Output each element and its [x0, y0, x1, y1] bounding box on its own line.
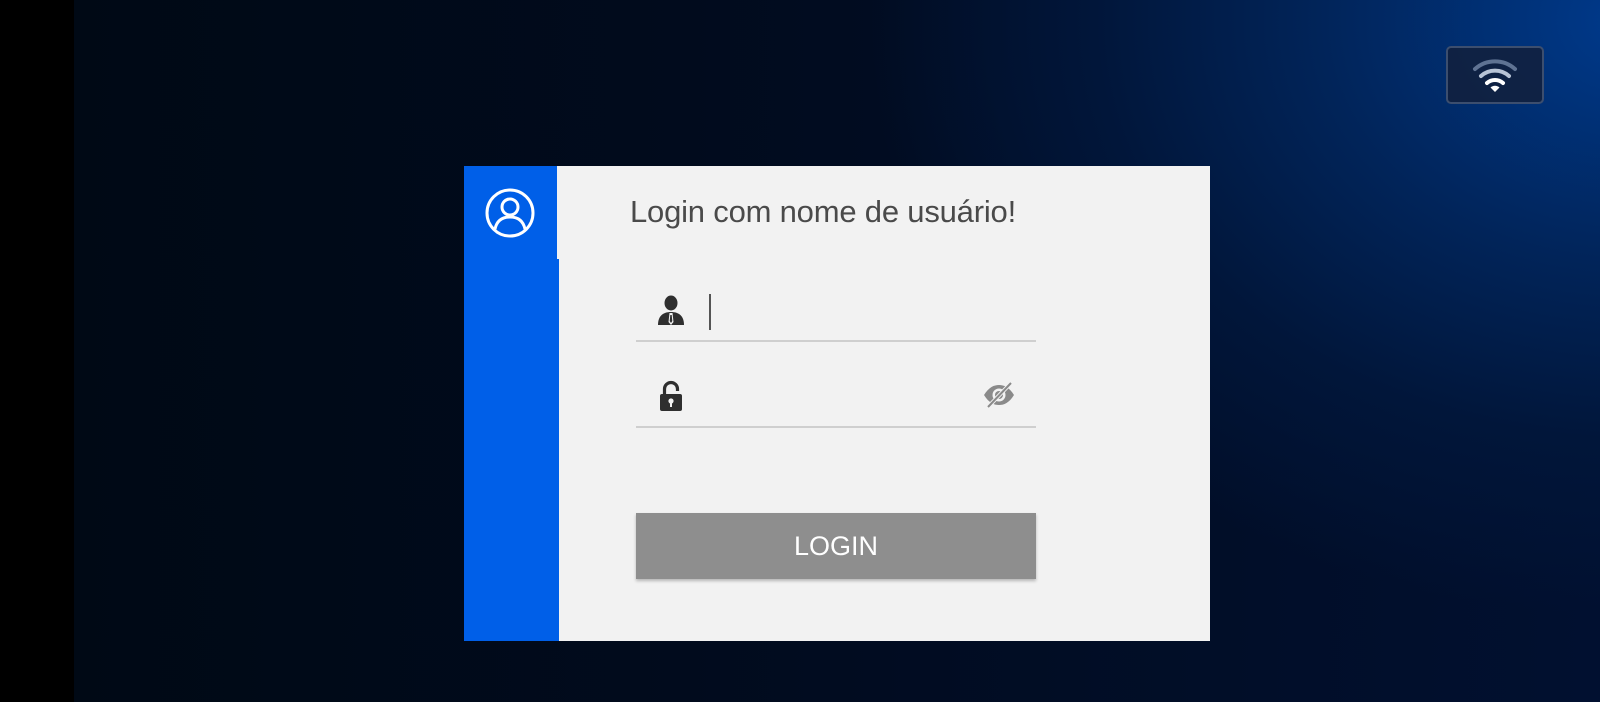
card-accent-stripe — [464, 166, 557, 641]
login-title: Login com nome de usuário! — [630, 194, 1016, 229]
lock-icon — [660, 380, 682, 411]
text-caret — [709, 294, 711, 330]
username-field[interactable] — [636, 280, 1036, 342]
username-input[interactable] — [708, 288, 1008, 328]
login-card: Login com nome de usuário! LOGIN — [464, 166, 1210, 641]
user-icon — [658, 295, 684, 325]
wifi-icon — [1473, 59, 1517, 92]
eye-off-icon[interactable] — [982, 380, 1016, 410]
user-circle-icon — [485, 188, 535, 238]
password-input[interactable] — [708, 374, 1008, 414]
password-field[interactable] — [636, 366, 1036, 428]
screen: Login com nome de usuário! LOGIN — [0, 0, 1600, 702]
login-button[interactable]: LOGIN — [636, 513, 1036, 579]
wifi-button[interactable] — [1446, 46, 1544, 104]
stripe-edge — [557, 259, 559, 641]
